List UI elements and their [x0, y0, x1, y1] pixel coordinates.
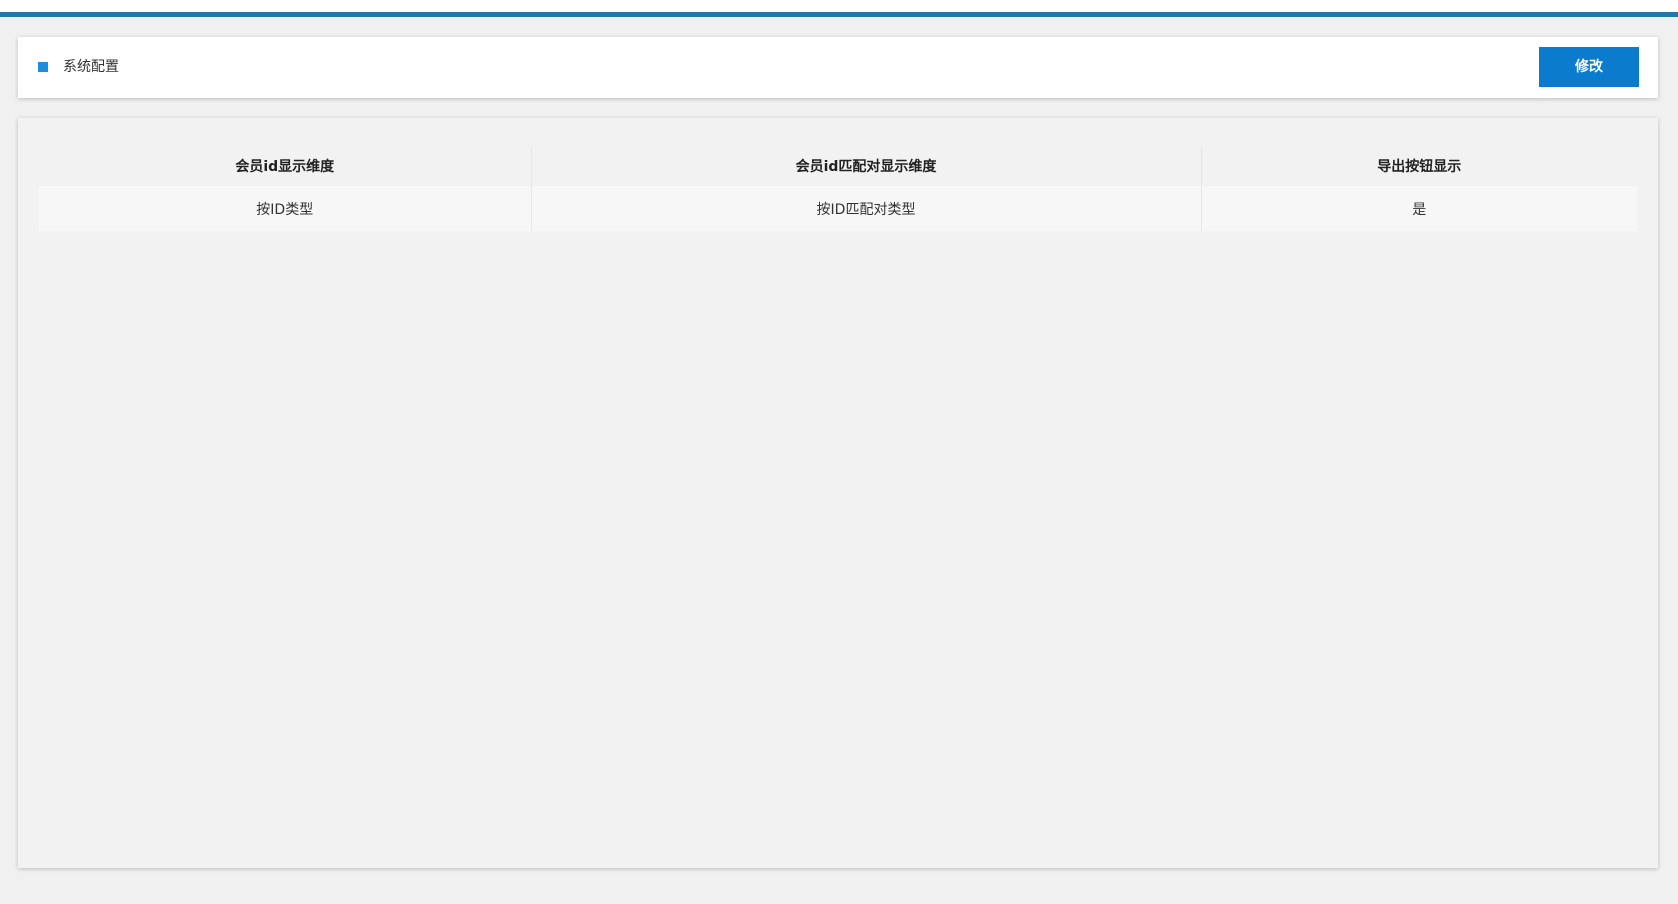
square-bullet-icon	[38, 62, 48, 72]
top-accent-bar	[0, 12, 1678, 17]
table-header-row: 会员id显示维度 会员id匹配对显示维度 导出按钮显示	[39, 146, 1637, 186]
table-cell-member-id-dimension: 按ID类型	[39, 186, 531, 231]
config-table: 会员id显示维度 会员id匹配对显示维度 导出按钮显示 按ID类型 按ID匹配对…	[39, 146, 1637, 231]
edit-button[interactable]: 修改	[1539, 47, 1639, 87]
table-cell-export-button-display: 是	[1200, 186, 1637, 231]
content-panel: 会员id显示维度 会员id匹配对显示维度 导出按钮显示 按ID类型 按ID匹配对…	[18, 118, 1658, 868]
top-strip	[0, 0, 1678, 12]
table-cell-member-id-pair-dimension: 按ID匹配对类型	[530, 186, 1201, 231]
header-panel: 系统配置 修改	[18, 37, 1658, 98]
table-row: 按ID类型 按ID匹配对类型 是	[39, 186, 1637, 231]
column-header-member-id-pair-dimension: 会员id匹配对显示维度	[530, 146, 1201, 186]
panel-title: 系统配置	[63, 59, 119, 75]
column-header-member-id-dimension: 会员id显示维度	[39, 146, 531, 186]
column-header-export-button-display: 导出按钮显示	[1200, 146, 1637, 186]
